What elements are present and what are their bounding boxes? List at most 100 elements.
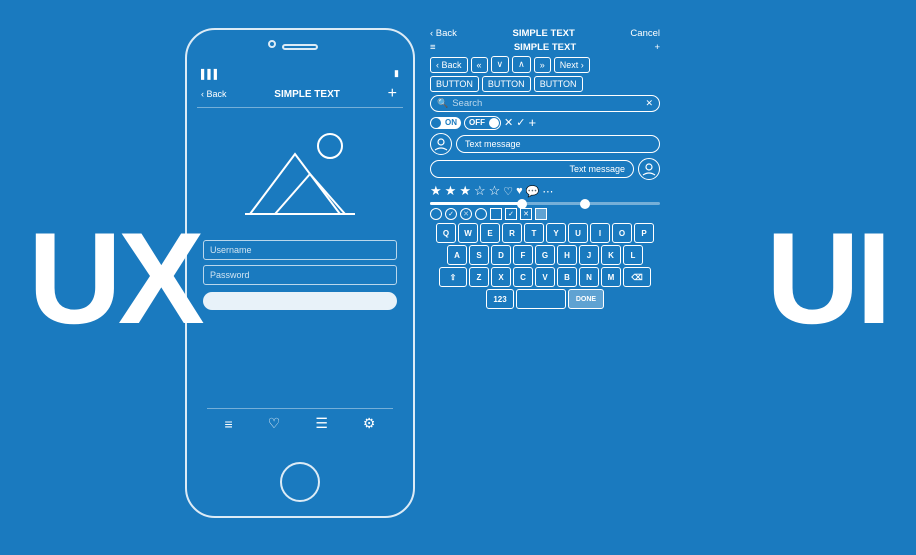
phone-mockup: ▌▌▌ ▮ ‹ Back SIMPLE TEXT + Usern	[185, 28, 415, 518]
square-checked[interactable]: ✓	[505, 208, 517, 220]
star-filled-3[interactable]: ★	[459, 183, 471, 199]
phone-screen: ▌▌▌ ▮ ‹ Back SIMPLE TEXT + Usern	[197, 66, 403, 446]
kit-prev-button[interactable]: ∨	[491, 56, 510, 73]
user-avatar-icon	[434, 137, 448, 151]
key-b[interactable]: B	[557, 267, 577, 287]
key-u[interactable]: U	[568, 223, 588, 243]
kit-next-button[interactable]: Next ›	[554, 57, 590, 73]
password-field[interactable]: Password	[203, 265, 397, 285]
key-done[interactable]: DONE	[568, 289, 604, 309]
key-e[interactable]: E	[480, 223, 500, 243]
key-h[interactable]: H	[557, 245, 577, 265]
key-v[interactable]: V	[535, 267, 555, 287]
star-empty-5[interactable]: ☆	[489, 183, 501, 199]
slider-track	[430, 202, 660, 205]
plus-icon: +	[528, 115, 536, 130]
login-button[interactable]	[203, 292, 397, 310]
toggle-off[interactable]: OFF	[464, 116, 501, 130]
phone-speaker	[282, 44, 318, 50]
star-filled-2[interactable]: ★	[445, 183, 457, 199]
ui-kit-panel: ‹ Back SIMPLE TEXT Cancel ≡ SIMPLE TEXT …	[430, 28, 660, 309]
slider-thumb-1[interactable]	[517, 199, 527, 209]
heart-filled-icon[interactable]: ♥	[516, 185, 523, 197]
key-123[interactable]: 123	[486, 289, 514, 309]
key-g[interactable]: G	[535, 245, 555, 265]
key-f[interactable]: F	[513, 245, 533, 265]
key-q[interactable]: Q	[436, 223, 456, 243]
key-a[interactable]: A	[447, 245, 467, 265]
kit-prev-prev-button[interactable]: «	[471, 57, 488, 73]
kit-button-3[interactable]: BUTTON	[534, 76, 583, 92]
kit-up-button[interactable]: ∧	[512, 56, 531, 73]
radio-empty[interactable]	[430, 208, 442, 220]
more-icon[interactable]: ⋯	[542, 185, 553, 198]
phone-home-button[interactable]	[280, 462, 320, 502]
search-input[interactable]	[452, 98, 641, 109]
key-r[interactable]: R	[502, 223, 522, 243]
signal-icon: ▌▌▌	[201, 69, 220, 79]
square-x[interactable]: ✕	[520, 208, 532, 220]
heart-empty-icon[interactable]: ♡	[503, 185, 513, 198]
kit-header-back[interactable]: ‹ Back	[430, 28, 457, 39]
key-c[interactable]: C	[513, 267, 533, 287]
key-x[interactable]: X	[491, 267, 511, 287]
key-y[interactable]: Y	[546, 223, 566, 243]
key-l[interactable]: L	[623, 245, 643, 265]
heart-icon[interactable]: ♡	[268, 415, 281, 432]
kit-plus-button[interactable]: +	[654, 42, 660, 53]
username-field[interactable]: Username	[203, 240, 397, 260]
hamburger-menu-icon[interactable]: ≡	[430, 42, 436, 53]
kit-header-title: SIMPLE TEXT	[460, 28, 627, 39]
kit-button-2[interactable]: BUTTON	[482, 76, 531, 92]
square-filled[interactable]	[535, 208, 547, 220]
key-backspace[interactable]: ⌫	[623, 267, 651, 287]
checkbox-row: ✓ ✕ ✓ ✕	[430, 208, 660, 220]
mountain-illustration	[240, 124, 360, 224]
radio-x[interactable]: ✕	[460, 208, 472, 220]
slider-fill	[430, 202, 522, 205]
phone-nav-bar: ‹ Back SIMPLE TEXT +	[197, 81, 403, 108]
chat-bubble-left: Text message	[456, 135, 660, 153]
phone-nav-plus-button[interactable]: +	[388, 85, 397, 103]
chat-icon[interactable]: 💬	[526, 185, 540, 198]
key-z[interactable]: Z	[469, 267, 489, 287]
search-clear-icon[interactable]: ✕	[645, 98, 653, 109]
phone-back-button[interactable]: ‹ Back	[201, 89, 227, 99]
key-k[interactable]: K	[601, 245, 621, 265]
kit-button-1[interactable]: BUTTON	[430, 76, 479, 92]
key-o[interactable]: O	[612, 223, 632, 243]
ux-label: UX	[28, 213, 201, 343]
slider-row	[430, 202, 660, 205]
phone-form: Username Password	[197, 234, 403, 316]
slider-thumb-2[interactable]	[580, 199, 590, 209]
toggle-on[interactable]: ON	[430, 117, 461, 129]
chat-row-right: Text message	[430, 158, 660, 180]
radio-checked[interactable]: ✓	[445, 208, 457, 220]
chat-bubble-right: Text message	[430, 160, 634, 178]
square-empty[interactable]	[490, 208, 502, 220]
phone-bottom-bar: ≡ ♡ ☰ ⚙	[207, 408, 393, 438]
checkbox-empty[interactable]	[475, 208, 487, 220]
kit-next-next-button[interactable]: »	[534, 57, 551, 73]
phone-status-bar: ▌▌▌ ▮	[197, 66, 403, 81]
key-space[interactable]	[516, 289, 566, 309]
key-shift[interactable]: ⇧	[439, 267, 467, 287]
kit-header-cancel[interactable]: Cancel	[630, 28, 660, 39]
key-j[interactable]: J	[579, 245, 599, 265]
key-m[interactable]: M	[601, 267, 621, 287]
kit-back-button[interactable]: ‹ Back	[430, 57, 468, 73]
gear-icon[interactable]: ⚙	[363, 415, 376, 432]
key-t[interactable]: T	[524, 223, 544, 243]
list-icon[interactable]: ☰	[315, 415, 328, 432]
search-field[interactable]: 🔍 ✕	[430, 95, 660, 112]
key-p[interactable]: P	[634, 223, 654, 243]
key-w[interactable]: W	[458, 223, 478, 243]
key-s[interactable]: S	[469, 245, 489, 265]
key-n[interactable]: N	[579, 267, 599, 287]
star-filled-1[interactable]: ★	[430, 183, 442, 199]
search-icon: 🔍	[437, 98, 448, 109]
hamburger-icon[interactable]: ≡	[225, 416, 233, 432]
key-i[interactable]: I	[590, 223, 610, 243]
key-d[interactable]: D	[491, 245, 511, 265]
star-empty-4[interactable]: ☆	[474, 183, 486, 199]
